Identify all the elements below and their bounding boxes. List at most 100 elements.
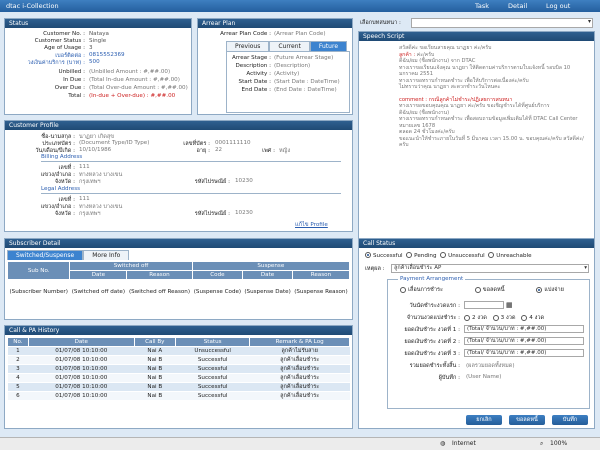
- radio-successful[interactable]: Successful: [365, 252, 403, 259]
- age-label: Age of Usage :: [44, 45, 85, 51]
- calendar-icon[interactable]: ▦: [506, 301, 513, 309]
- overdue-label: Over Due :: [54, 85, 85, 91]
- legal-no: 111: [79, 196, 90, 202]
- table-row[interactable]: 1 01/07/08 10:10:00 Nai A Unsuccessful ลูกค้…: [7, 346, 350, 356]
- chevron-down-icon: ▾: [587, 18, 591, 25]
- logout-menu[interactable]: Log out: [546, 2, 570, 10]
- row-no: 4: [7, 373, 29, 383]
- speech-line-2: ค่ะ/ครับ: [416, 51, 435, 58]
- tab-more-info[interactable]: More Info: [83, 250, 130, 260]
- radio-installment[interactable]: แบ่งจ่าย: [536, 286, 564, 293]
- radio-unsuccessful[interactable]: Unsuccessful: [440, 252, 485, 259]
- row-no: 2: [7, 355, 29, 365]
- age-label-2: อายุ :: [196, 148, 210, 154]
- billing-divider: [41, 161, 341, 162]
- radio-4-installments[interactable]: 4 งวด: [521, 314, 545, 321]
- amount-1-input[interactable]: (Total/ จำนวน/บาท : #,##.00): [464, 325, 584, 333]
- radio-unreachable[interactable]: Unreachable: [488, 252, 532, 259]
- unbilled-label: Unbilled :: [58, 69, 85, 75]
- row-date: 01/07/08 10:10:00: [28, 346, 135, 356]
- row-status: Unsuccessful: [175, 346, 250, 356]
- task-menu[interactable]: Task: [475, 2, 489, 10]
- amount-2-input[interactable]: (Total/ จำนวน/บาท : #,##.00): [464, 337, 584, 345]
- desc-label: Description :: [235, 63, 271, 69]
- unbilled-amount: (Unbilled Amount : #,##.00): [89, 69, 171, 75]
- radio-3-installments-label: 3 งวด: [500, 315, 516, 321]
- recorder-label: ผู้บันทึก :: [438, 375, 460, 381]
- row-call-by: Nai B: [134, 364, 176, 374]
- total-label: Total :: [68, 93, 85, 99]
- app-title: dtac i-Collection: [6, 2, 59, 10]
- col-call-by: Call By: [133, 337, 177, 347]
- billing-province: กรุงเทพฯ: [79, 179, 101, 185]
- reason-value: ลูกค้าเลื่อนชำระ AP: [394, 265, 442, 271]
- radio-reduce[interactable]: ขอลดหนี้: [474, 286, 505, 293]
- chevron-down-icon: ▾: [584, 265, 587, 271]
- radio-2-installments-label: 2 งวด: [472, 315, 487, 321]
- plan-code-label: Arrear Plan Code :: [220, 31, 271, 37]
- arrear-stage: (Future Arrear Stage): [274, 55, 334, 61]
- credit-label: วงเงินค่าบริการ (บาท) :: [27, 60, 86, 66]
- speech-header: Speech Script: [359, 32, 594, 41]
- row-remark: ลูกค้าเลื่อนชำระ: [249, 355, 350, 365]
- customer-status: Single: [89, 38, 107, 44]
- subscriber-tabs: Switched/Suspense More Info: [7, 250, 352, 260]
- call-status-header: Call Status: [359, 239, 594, 248]
- tab-future[interactable]: Future: [309, 41, 348, 51]
- reduce-debt-button[interactable]: ขอลดหนี้: [509, 415, 545, 425]
- browser-status-bar: ◍ Internet ⌕ 100%: [0, 437, 600, 450]
- comment-prefix: comment :: [399, 96, 428, 103]
- edit-profile-link[interactable]: แก้ไข Profile: [295, 221, 328, 229]
- row-date: 01/07/08 10:10:00: [28, 382, 135, 392]
- col-switched-date: Date: [69, 270, 128, 280]
- detail-menu[interactable]: Detail: [508, 2, 527, 10]
- radio-3-installments[interactable]: 3 งวด: [492, 314, 516, 321]
- customer-sex: หญิง: [279, 148, 291, 154]
- reason-select[interactable]: ลูกค้าเลื่อนชำระ AP ▾: [391, 264, 589, 273]
- main-content: Status Customer No. : Nataya Customer St…: [0, 12, 600, 437]
- table-row[interactable]: 5 01/07/08 10:10:00 Nai B Successful ลูกค้าเ…: [7, 382, 350, 392]
- subscriber-table: Sub No. Switched off Suspense Date Reaso…: [6, 261, 351, 304]
- col-sub-no: Sub No.: [6, 261, 71, 280]
- radio-2-installments[interactable]: 2 งวด: [464, 314, 487, 321]
- zoom-icon[interactable]: ⌕: [540, 440, 543, 448]
- row-date: 01/07/08 10:10:00: [28, 355, 135, 365]
- installment-options: 2 งวด 3 งวด 4 งวด: [464, 314, 544, 322]
- col-switched-off: Switched off: [69, 261, 193, 271]
- billing-zip: 10230: [235, 178, 253, 184]
- zoom-level[interactable]: 100%: [550, 440, 567, 447]
- speech-script-panel: Speech Script สวัสดีค่ะ ขอเรียนสายคุณ นา…: [358, 31, 595, 239]
- radio-pending[interactable]: Pending: [406, 252, 437, 259]
- comment-line-3: ทางเราขอทราบกำหนดชำระ เพื่อสอบถามข้อมูลเ…: [399, 116, 578, 129]
- tab-current[interactable]: Current: [269, 41, 310, 51]
- row-date: 01/07/08 10:10:00: [28, 364, 135, 374]
- billing-zip-label: รหัสไปรษณีย์ :: [194, 179, 230, 185]
- table-row: (Subscriber Number) (Switched off date) …: [7, 279, 350, 304]
- row-status: Successful: [175, 373, 250, 383]
- radio-4-installments-label: 4 งวด: [529, 315, 545, 321]
- plan-code: (Arrear Plan Code): [274, 31, 326, 37]
- tab-previous[interactable]: Previous: [226, 41, 270, 51]
- first-date-input[interactable]: [464, 301, 504, 309]
- comment-text: กรณีลูกค้าไม่ชำระ/ปฏิเสธการสนทนา: [428, 96, 513, 103]
- table-row[interactable]: 3 01/07/08 10:10:00 Nai B Successful ลูกค้าเ…: [7, 364, 350, 374]
- tab-switched-suspense[interactable]: Switched/Suspense: [7, 250, 84, 260]
- legal-zip: 10230: [235, 210, 253, 216]
- billing-address-title: Billing Address: [41, 154, 83, 160]
- table-row[interactable]: 4 01/07/08 10:10:00 Nai B Successful ลูกค้าเ…: [7, 373, 350, 383]
- row-status: Successful: [175, 355, 250, 365]
- table-row[interactable]: 2 01/07/08 10:10:00 Nai B Successful ลูกค้าเ…: [7, 355, 350, 365]
- row-call-by: Nai B: [134, 391, 176, 401]
- amount-3-input[interactable]: (Total/ จำนวน/บาท : #,##.00): [464, 349, 584, 357]
- speech-line-4: ทางเราขอเรียนแจ้งคุณ นาฏยา ให้ติดตามค่าบ…: [399, 64, 571, 78]
- table-row[interactable]: 6 01/07/08 10:10:00 Nai B Successful ลูกค้าเ…: [7, 391, 350, 401]
- cancel-button[interactable]: ยกเลิก: [466, 415, 502, 425]
- stage-label: Arrear Stage :: [232, 55, 271, 61]
- conversation-select[interactable]: ▾: [411, 18, 593, 28]
- save-button[interactable]: บันทึก: [552, 415, 588, 425]
- payment-arrangement-box: Payment Arrangement เลื่อนการชำระ ขอลดหน…: [387, 276, 590, 409]
- customer-prefix: ลูกค้า :: [399, 51, 416, 58]
- radio-defer[interactable]: เลื่อนการชำระ: [400, 286, 443, 293]
- col-date: Date: [27, 337, 135, 347]
- amount-1-label: ยอดเงินชำระ งวดที่ 1 :: [404, 327, 460, 333]
